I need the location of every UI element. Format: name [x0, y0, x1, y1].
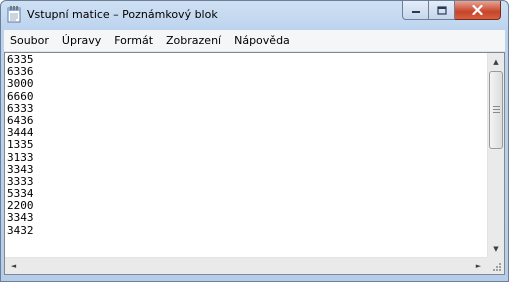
scroll-thumb[interactable]: [489, 71, 503, 149]
text-line: 3343: [7, 162, 34, 176]
text-line: 3133: [7, 150, 34, 164]
notepad-window: Vstupní matice – Poznámkový blok Soubor …: [0, 0, 509, 282]
minimize-button[interactable]: [402, 1, 429, 20]
grip-line: [493, 112, 500, 113]
text-line: 3343: [7, 211, 34, 225]
notepad-icon[interactable]: [7, 6, 21, 23]
menu-napoveda[interactable]: Nápověda: [228, 31, 296, 50]
scroll-right-button[interactable]: ►: [470, 258, 487, 274]
vertical-scrollbar[interactable]: ▲ ▼: [487, 53, 504, 257]
close-button[interactable]: [455, 1, 501, 20]
menu-soubor[interactable]: Soubor: [4, 31, 55, 50]
menu-format[interactable]: Formát: [108, 31, 159, 50]
resize-grip-icon: [493, 263, 501, 271]
arrow-right-icon: ►: [475, 262, 482, 270]
arrow-left-icon: ◄: [10, 262, 17, 270]
horizontal-scrollbar[interactable]: ◄ ►: [5, 257, 487, 274]
text-area[interactable]: 6335 6336 3000 6660 6333 6436 3444 1335 …: [7, 54, 485, 257]
text-line: 3333: [7, 174, 34, 188]
scroll-up-button[interactable]: ▲: [488, 53, 504, 70]
text-line: 3444: [7, 126, 34, 140]
window-title: Vstupní matice – Poznámkový blok: [27, 8, 218, 21]
text-line: 2200: [7, 199, 34, 213]
text-line: 3432: [7, 223, 34, 237]
text-line: 6660: [7, 89, 34, 103]
scroll-down-button[interactable]: ▼: [488, 240, 504, 257]
minimize-icon: [411, 11, 420, 13]
text-line: 6333: [7, 101, 34, 115]
text-line: 1335: [7, 138, 34, 152]
menu-upravy[interactable]: Úpravy: [56, 31, 107, 50]
close-icon: [472, 5, 483, 15]
title-bar[interactable]: Vstupní matice – Poznámkový blok: [1, 1, 508, 30]
size-grip[interactable]: [487, 257, 504, 274]
text-line: 3000: [7, 77, 34, 91]
grip-line: [493, 109, 500, 110]
maximize-button[interactable]: [429, 1, 455, 20]
grip-line: [493, 106, 500, 107]
maximize-icon: [436, 5, 447, 15]
arrow-down-icon: ▼: [493, 244, 499, 253]
arrow-up-icon: ▲: [493, 57, 499, 66]
menu-zobrazeni[interactable]: Zobrazení: [160, 31, 227, 50]
scroll-left-button[interactable]: ◄: [5, 258, 22, 274]
text-line: 6336: [7, 65, 34, 79]
text-line: 6436: [7, 113, 34, 127]
menu-bar: Soubor Úpravy Formát Zobrazení Nápověda: [4, 30, 505, 52]
text-line: 6335: [7, 54, 34, 66]
text-editor[interactable]: 6335 6336 3000 6660 6333 6436 3444 1335 …: [4, 52, 505, 275]
text-line: 5334: [7, 187, 34, 201]
